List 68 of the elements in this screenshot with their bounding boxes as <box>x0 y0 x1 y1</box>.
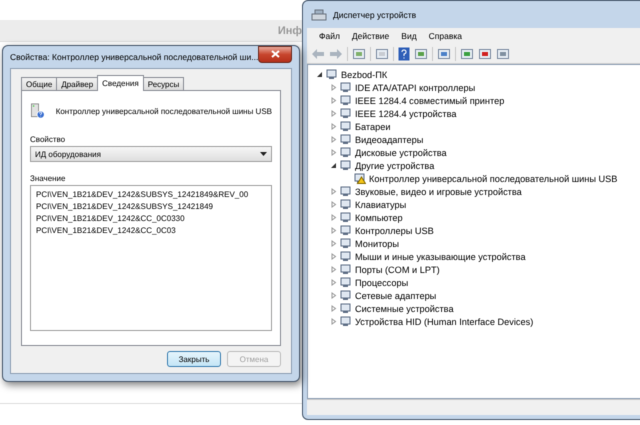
tree-item[interactable]: Сетевые адаптеры <box>355 290 436 300</box>
dropdown-arrow-icon <box>260 152 267 156</box>
tree-item[interactable]: Системные устройства <box>355 304 454 314</box>
value-item[interactable]: PCI\VEN_1B21&DEV_1242&CC_0C03 <box>36 225 176 237</box>
close-icon <box>270 50 280 58</box>
tab[interactable]: Ресурсы <box>142 77 184 91</box>
menu-item[interactable]: Вид <box>395 31 423 41</box>
property-label: Свойство <box>30 135 66 144</box>
header-text: Инф <box>278 24 302 36</box>
expand-triangle-icon[interactable] <box>330 136 337 143</box>
tree-item[interactable]: Мыши и иные указывающие устройства <box>355 252 526 262</box>
tree-item[interactable]: IDE ATA/ATAPI контроллеры <box>355 82 476 92</box>
window-title: Диспетчер устройств <box>333 10 416 20</box>
expand-triangle-icon[interactable] <box>330 292 337 299</box>
close-button[interactable] <box>258 46 292 62</box>
tree-item[interactable]: IEEE 1284.4 совместимый принтер <box>355 96 504 106</box>
tree-item[interactable]: IEEE 1284.4 устройства <box>355 108 456 118</box>
property-dropdown[interactable]: ИД оборудования <box>30 146 272 162</box>
expand-triangle-icon[interactable] <box>330 279 337 286</box>
tree-item[interactable]: Порты (COM и LPT) <box>355 264 440 274</box>
tree-item[interactable]: Дисковые устройства <box>355 148 447 158</box>
value-label: Значение <box>30 174 66 183</box>
menu-item[interactable]: Файл <box>313 31 346 41</box>
tree-item[interactable]: Устройства HID (Human Interface Devices) <box>355 316 534 326</box>
menu-item[interactable]: Справка <box>422 31 468 41</box>
window-icon[interactable] <box>352 46 366 60</box>
expand-triangle-icon[interactable] <box>330 201 337 208</box>
tree-item[interactable]: Звуковые, видео и игровые устройства <box>355 186 522 196</box>
tree-item[interactable]: Мониторы <box>355 238 399 248</box>
back-arrow-icon[interactable] <box>311 48 325 60</box>
expand-triangle-icon[interactable] <box>330 123 337 130</box>
dialog-button[interactable]: Закрыть <box>167 351 221 367</box>
forward-arrow-icon[interactable] <box>329 48 343 60</box>
expand-triangle-icon[interactable] <box>330 305 337 312</box>
expand-triangle-icon[interactable] <box>330 149 337 156</box>
expand-triangle-icon[interactable] <box>330 227 337 234</box>
tree-item[interactable]: Батареи <box>355 122 391 132</box>
tree-item[interactable]: Контроллер универсальной последовательной шины USB <box>369 174 618 184</box>
expand-triangle-icon[interactable] <box>330 188 337 195</box>
collapse-triangle-icon[interactable] <box>330 162 337 169</box>
window-icon[interactable] <box>414 46 428 60</box>
tree-item[interactable]: Клавиатуры <box>355 200 406 210</box>
tree-item[interactable]: Компьютер <box>355 212 403 222</box>
tab[interactable]: Сведения <box>97 75 144 91</box>
expand-triangle-icon[interactable] <box>330 266 337 273</box>
menu-item[interactable]: Действие <box>346 31 396 41</box>
expand-triangle-icon[interactable] <box>330 253 337 260</box>
expand-triangle-icon[interactable] <box>330 240 337 247</box>
expand-triangle-icon[interactable] <box>330 318 337 325</box>
tree-item[interactable]: Bezbod-ПК <box>341 70 388 80</box>
tab[interactable]: Общие <box>21 77 58 91</box>
tree-item[interactable]: Другие устройства <box>355 160 434 170</box>
tree-item[interactable]: Процессоры <box>355 278 408 288</box>
expand-triangle-icon[interactable] <box>330 97 337 104</box>
value-item[interactable]: PCI\VEN_1B21&DEV_1242&SUBSYS_12421849 <box>36 201 214 213</box>
tree-item[interactable]: Контроллеры USB <box>355 226 434 236</box>
collapse-triangle-icon[interactable] <box>316 71 323 78</box>
help-icon[interactable] <box>398 46 410 60</box>
expand-triangle-icon[interactable] <box>330 84 337 91</box>
computer-icon <box>311 8 327 22</box>
value-item[interactable]: PCI\VEN_1B21&DEV_1242&CC_0C0330 <box>36 213 185 225</box>
tree-item[interactable]: Видеоадаптеры <box>355 134 424 144</box>
tab[interactable]: Драйвер <box>56 77 98 91</box>
value-item[interactable]: PCI\VEN_1B21&DEV_1242&SUBSYS_12421849&REV_00 <box>36 189 248 201</box>
expand-triangle-icon[interactable] <box>330 110 337 117</box>
device-name: Контроллер универсальной последовательной шины USB <box>56 106 272 116</box>
dialog-title: Свойства: Контроллер универсальной последовательной ши... <box>10 52 258 62</box>
expand-triangle-icon[interactable] <box>330 214 337 221</box>
